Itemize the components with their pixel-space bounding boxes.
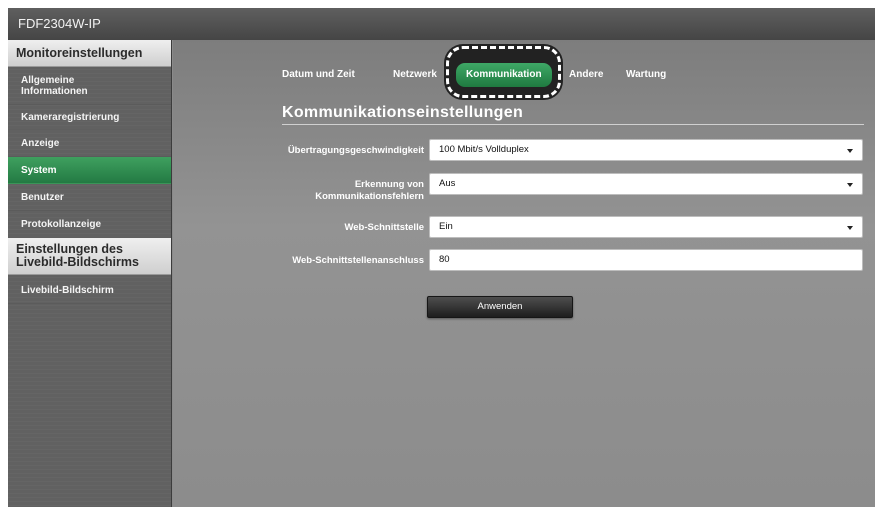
sidebar-item-system[interactable]: System — [8, 157, 171, 184]
error-detection-label: Erkennung von Kommunikationsfehlern — [315, 179, 424, 202]
sidebar-item-users[interactable]: Benutzer — [8, 184, 171, 211]
content-panel: Datum und Zeit Netzwerk Kommunikation An… — [173, 40, 875, 507]
web-port-input[interactable]: 80 — [429, 249, 863, 271]
web-port-label: Web-Schnittstellenanschluss — [292, 255, 424, 266]
sidebar-section-monitor-settings[interactable]: Monitoreinstellungen — [8, 40, 171, 67]
error-detection-select[interactable]: Aus — [429, 173, 863, 195]
speed-select[interactable]: 100 Mbit/s Vollduplex — [429, 139, 863, 161]
app-window: FDF2304W-IP Monitoreinstellungen Allgeme… — [8, 8, 875, 507]
section-title: Kommunikationseinstellungen — [282, 104, 864, 125]
tab-date-time[interactable]: Datum und Zeit — [282, 62, 355, 88]
chevron-down-icon — [847, 183, 853, 187]
web-interface-select-value: Ein — [439, 221, 453, 232]
sidebar: Monitoreinstellungen Allgemeine Informat… — [8, 40, 172, 507]
tab-other[interactable]: Andere — [569, 62, 603, 88]
chevron-down-icon — [847, 226, 853, 230]
error-detection-select-value: Aus — [439, 178, 456, 189]
sidebar-item-liveview-screen[interactable]: Livebild-Bildschirm — [8, 278, 171, 304]
sidebar-item-log-view[interactable]: Protokollanzeige — [8, 211, 171, 238]
web-interface-label: Web-Schnittstelle — [344, 222, 424, 233]
tab-communication[interactable]: Kommunikation — [456, 63, 552, 87]
apply-button[interactable]: Anwenden — [427, 296, 573, 318]
tab-maintenance[interactable]: Wartung — [626, 62, 666, 88]
window-title: FDF2304W-IP — [8, 8, 875, 40]
sidebar-item-display[interactable]: Anzeige — [8, 130, 171, 157]
tab-bar: Datum und Zeit Netzwerk Kommunikation An… — [173, 62, 875, 88]
chevron-down-icon — [847, 149, 853, 153]
sidebar-item-camera-registration[interactable]: Kameraregistrierung — [8, 105, 171, 130]
speed-label: Übertragungsgeschwindigkeit — [287, 145, 424, 156]
web-interface-select[interactable]: Ein — [429, 216, 863, 238]
sidebar-item-general-info[interactable]: Allgemeine Informationen — [8, 67, 171, 105]
tab-network[interactable]: Netzwerk — [393, 62, 437, 88]
sidebar-section-liveview-settings[interactable]: Einstellungen des Livebild-Bildschirms — [8, 238, 171, 275]
speed-select-value: 100 Mbit/s Vollduplex — [439, 144, 529, 155]
